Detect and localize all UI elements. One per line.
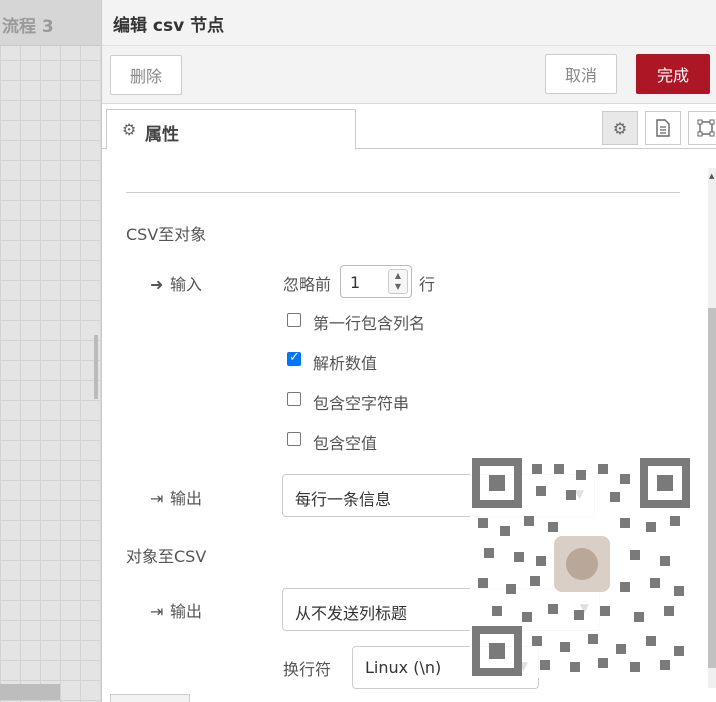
output-label: 输出 <box>170 602 203 621</box>
skip-prefix-label: 忽略前 <box>283 275 332 294</box>
tab-bar: ⚙ 属性 ⚙ <box>102 104 716 150</box>
section-divider <box>126 192 680 193</box>
parse-numbers-checkbox[interactable] <box>287 350 301 366</box>
checkbox-label: 包含空值 <box>313 434 378 453</box>
header-mode-value: 从不发送列标题 <box>295 604 408 623</box>
skip-lines-input[interactable]: 1 ▲ ▼ <box>340 265 412 298</box>
panel-scrollbar[interactable]: ▲ <box>708 168 716 688</box>
output-mode-value: 每行一条信息 <box>295 490 392 509</box>
flow-tab[interactable]: 流程 3 <box>0 0 100 46</box>
flow-tab-label: 流程 3 <box>2 17 54 37</box>
spinner-arrows[interactable]: ▲ ▼ <box>388 269 408 294</box>
tray-title: 编辑 csv 节点 <box>113 16 225 36</box>
gear-icon: ⚙ <box>612 118 628 138</box>
input-label: 输入 <box>170 275 203 294</box>
include-null-values-checkbox[interactable] <box>287 432 301 446</box>
done-button[interactable]: 完成 <box>636 54 710 94</box>
checkbox-label: 包含空字符串 <box>313 394 410 413</box>
cancel-button[interactable]: 取消 <box>545 54 617 94</box>
flow-workspace[interactable]: 流程 3 <box>0 0 100 702</box>
tab-properties[interactable]: ⚙ 属性 <box>106 109 356 150</box>
sign-out-icon: ⇥ <box>150 489 164 508</box>
sign-in-icon: ➜ <box>150 275 164 294</box>
checkbox-label: 解析数值 <box>313 354 378 373</box>
output-label: 输出 <box>170 489 203 508</box>
input-row-label: ➜ 输入 <box>150 271 202 295</box>
section-title-object-to-csv: 对象至CSV <box>126 547 207 566</box>
newline-value: Linux (\n) <box>365 658 442 677</box>
chevron-up-icon[interactable]: ▲ <box>395 271 401 280</box>
tab-label: 属性 <box>145 125 179 145</box>
include-empty-strings-checkbox[interactable] <box>287 392 301 406</box>
output-row-label: ⇥ 输出 <box>150 485 202 509</box>
newline-label: 换行符 <box>283 660 332 679</box>
scrollbar-thumb[interactable] <box>708 308 716 668</box>
sign-out-icon: ⇥ <box>150 602 164 621</box>
tray-header: 编辑 csv 节点 <box>102 0 716 46</box>
footer-button-edge[interactable] <box>110 694 190 702</box>
settings-tab-button[interactable]: ⚙ <box>602 111 638 145</box>
appearance-tab-button[interactable] <box>688 111 716 145</box>
gear-icon: ⚙ <box>122 120 137 139</box>
skip-suffix-label: 行 <box>419 275 436 294</box>
description-tab-button[interactable] <box>645 111 681 145</box>
checkbox-label: 第一行包含列名 <box>313 314 426 333</box>
skip-lines-value: 1 <box>350 273 361 292</box>
scroll-up-icon[interactable]: ▲ <box>709 172 714 180</box>
sidebar-splitter-handle[interactable] <box>94 335 98 399</box>
chevron-down-icon[interactable]: ▼ <box>395 282 401 291</box>
header-row-checkbox[interactable] <box>287 313 301 327</box>
delete-button[interactable]: 删除 <box>110 55 182 95</box>
tray-toolbar: 删除 取消 完成 <box>102 46 716 104</box>
frame-icon <box>697 119 715 137</box>
document-icon <box>656 119 670 137</box>
csv-output-row-label: ⇥ 输出 <box>150 598 202 622</box>
qr-code-image <box>470 456 692 678</box>
section-title-csv-to-object: CSV至对象 <box>126 225 207 244</box>
workspace-scrollbar[interactable] <box>0 684 60 700</box>
